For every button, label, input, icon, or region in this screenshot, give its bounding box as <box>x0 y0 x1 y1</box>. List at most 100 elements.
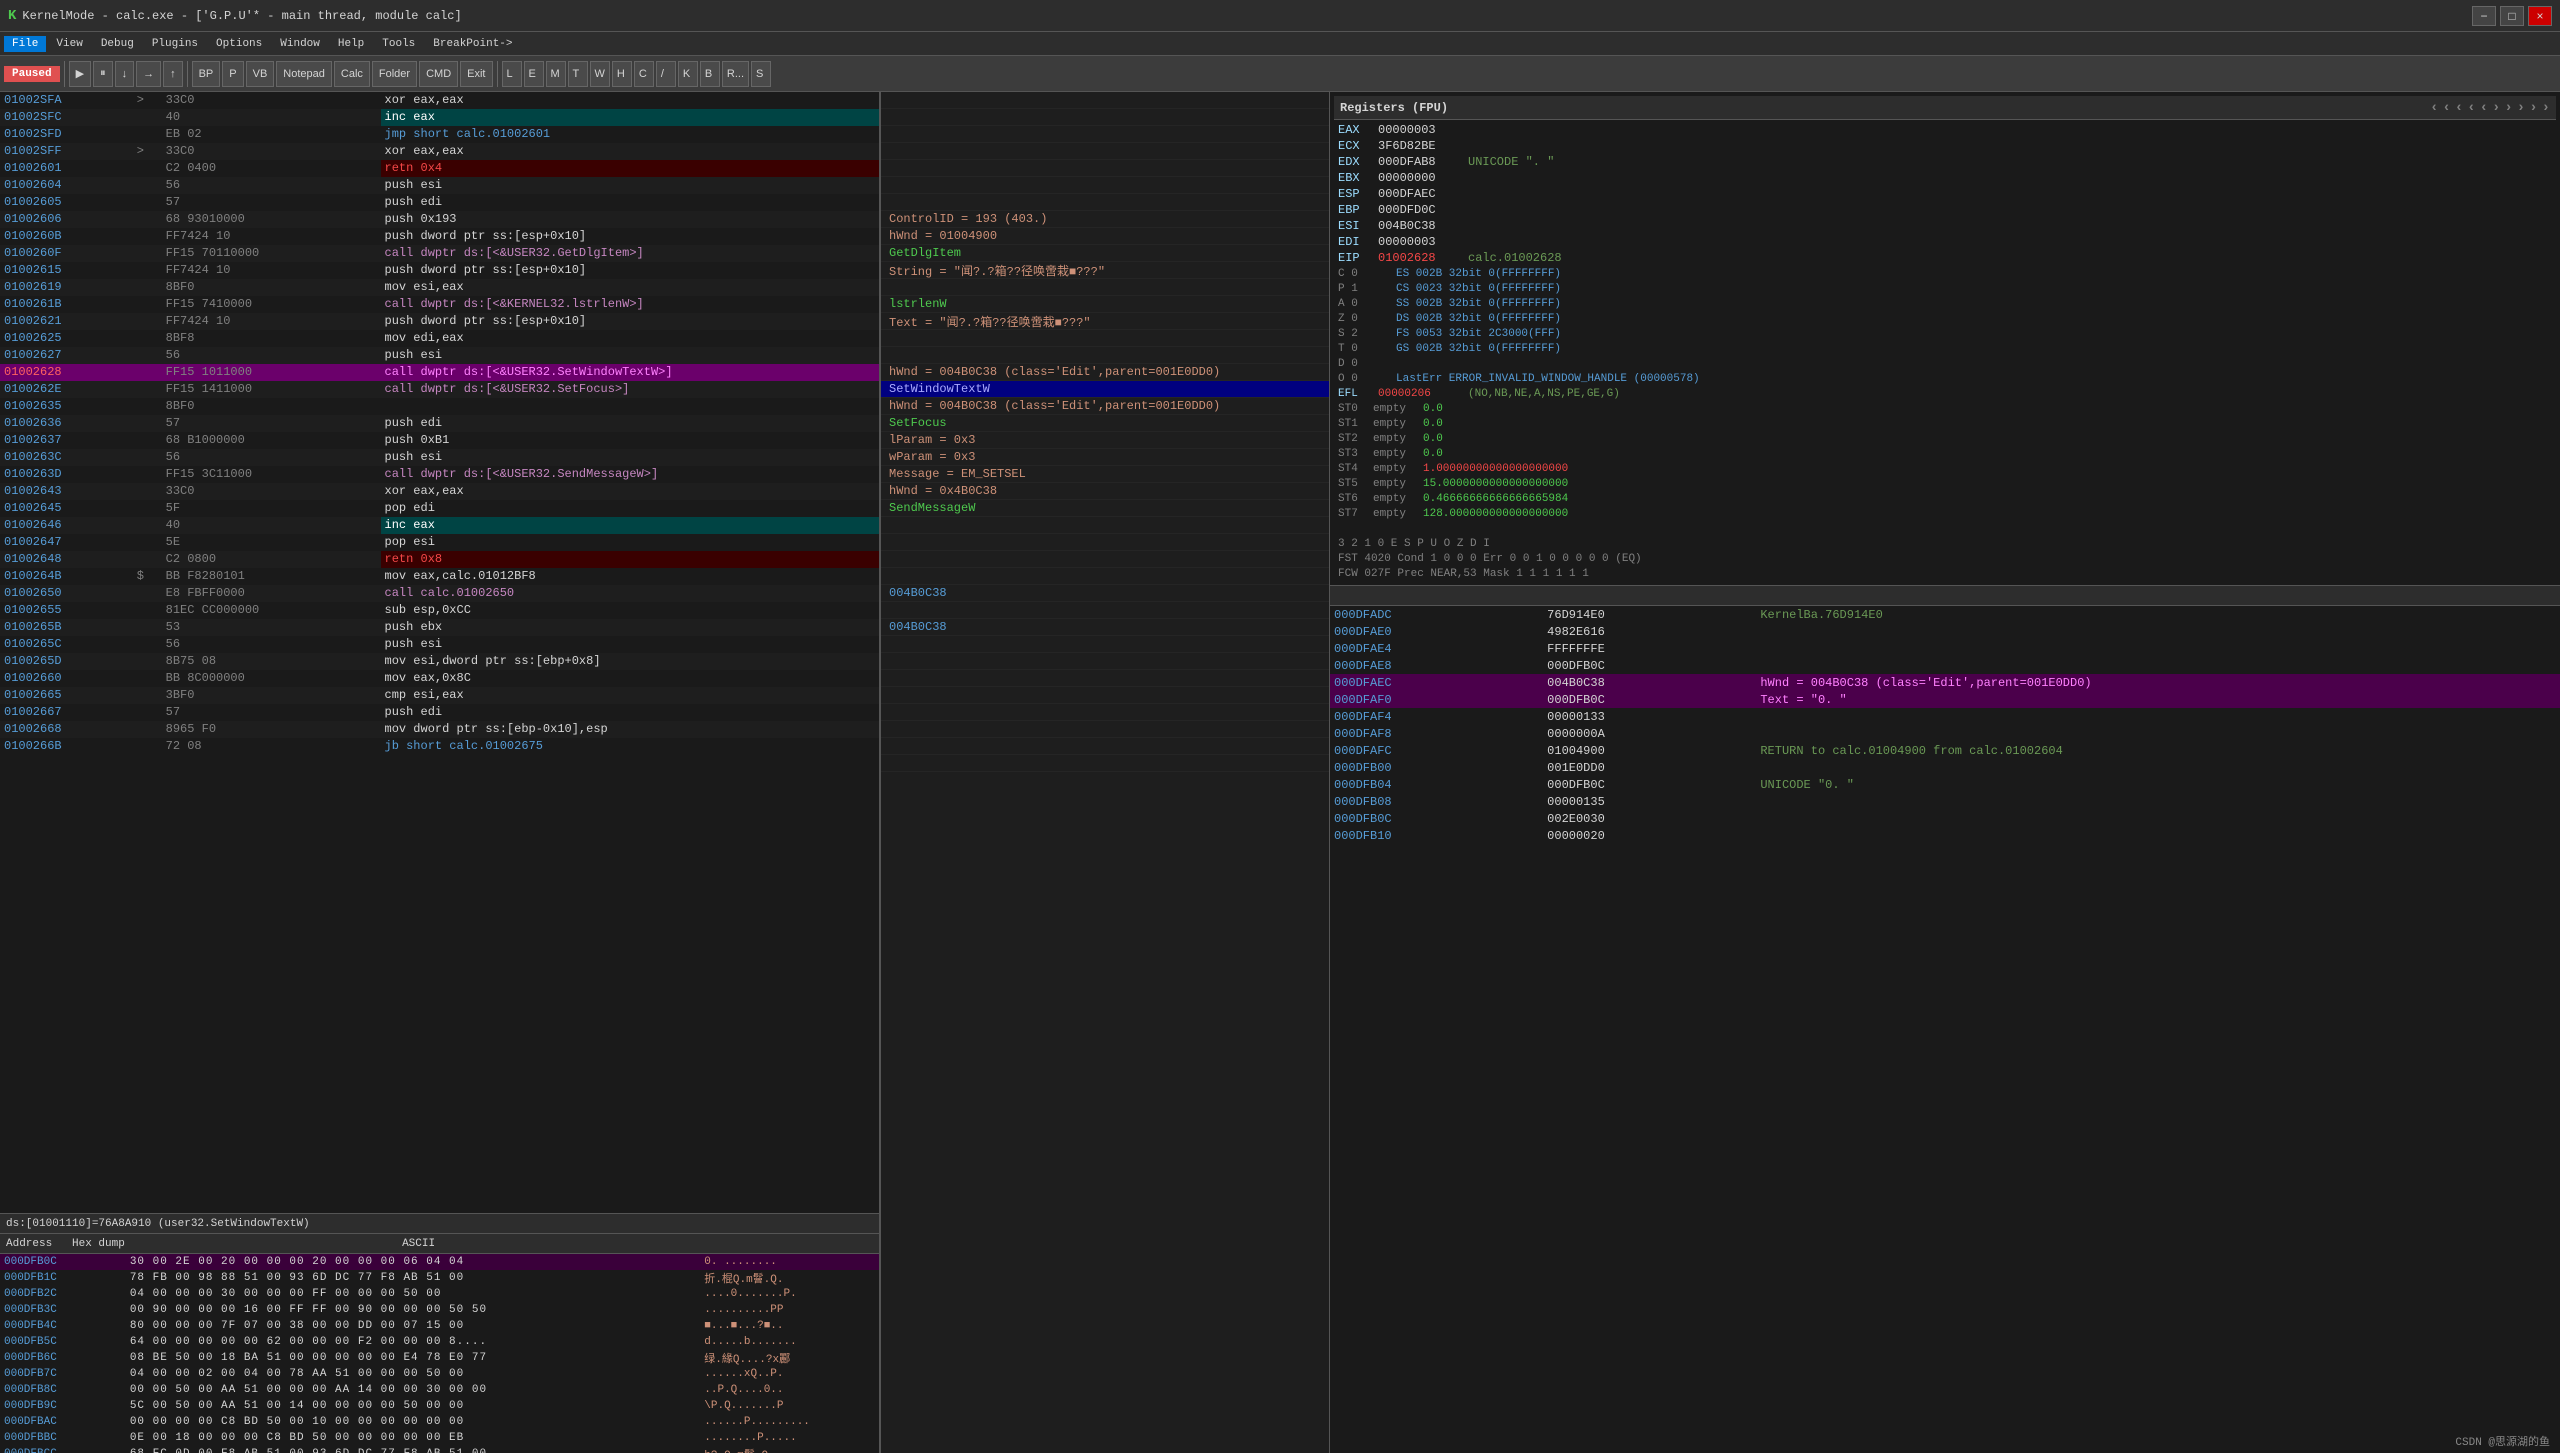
m-button[interactable]: M <box>546 61 566 87</box>
menu-breakpoint[interactable]: BreakPoint-> <box>425 36 520 52</box>
disassembly-area[interactable]: 01002SFA > 33C0 xor eax,eax 01002SFC 40 … <box>0 92 879 1213</box>
stack-row[interactable]: 000DFAE4 FFFFFFFE <box>1330 640 2560 657</box>
notepad-button[interactable]: Notepad <box>276 61 332 87</box>
menu-options[interactable]: Options <box>208 36 270 52</box>
memory-row[interactable]: 000DFBBC 0E 00 18 00 00 00 C8 BD 50 00 0… <box>0 1430 879 1446</box>
reg-nav-right4[interactable]: › <box>2529 100 2537 116</box>
stack-row[interactable]: 000DFB0C 002E0030 <box>1330 810 2560 827</box>
memory-row[interactable]: 000DFB9C 5C 00 50 00 AA 51 00 14 00 00 0… <box>0 1398 879 1414</box>
disasm-row[interactable]: 01002627 56 push esi <box>0 347 879 364</box>
disasm-row[interactable]: 01002645 5F pop edi <box>0 500 879 517</box>
disasm-row[interactable]: 01002605 57 push edi <box>0 194 879 211</box>
disasm-row[interactable]: 01002660 BB 8C000000 mov eax,0x8C <box>0 670 879 687</box>
slash-button[interactable]: / <box>656 61 676 87</box>
memory-row[interactable]: 000DFBCC 68 FC 0D 00 F8 AB 51 00 93 6D D… <box>0 1446 879 1453</box>
disasm-row[interactable]: 01002625 8BF8 mov edi,eax <box>0 330 879 347</box>
folder-button[interactable]: Folder <box>372 61 417 87</box>
menu-plugins[interactable]: Plugins <box>144 36 206 52</box>
disasm-row[interactable]: 01002647 5E pop esi <box>0 534 879 551</box>
memory-row[interactable]: 000DFB3C 00 90 00 00 00 16 00 FF FF 00 9… <box>0 1302 879 1318</box>
disasm-row[interactable]: 0100266B 72 08 jb short calc.01002675 <box>0 738 879 755</box>
reg-nav-right3[interactable]: › <box>2517 100 2525 116</box>
stack-row[interactable]: 000DFB10 00000020 <box>1330 827 2560 844</box>
disasm-row[interactable]: 01002SFF > 33C0 xor eax,eax <box>0 143 879 160</box>
menu-view[interactable]: View <box>48 36 90 52</box>
menu-help[interactable]: Help <box>330 36 372 52</box>
disasm-row[interactable]: 0100265D 8B75 08 mov esi,dword ptr ss:[e… <box>0 653 879 670</box>
disasm-row[interactable]: 01002SFC 40 inc eax <box>0 109 879 126</box>
memory-row[interactable]: 000DFBAC 00 00 00 00 C8 BD 50 00 10 00 0… <box>0 1414 879 1430</box>
s-button[interactable]: S <box>751 61 771 87</box>
close-button[interactable]: × <box>2528 6 2552 26</box>
stack-row[interactable]: 000DFAF0 000DFB0C Text = "0. " <box>1330 691 2560 708</box>
disasm-row[interactable]: 01002665 3BF0 cmp esi,eax <box>0 687 879 704</box>
b-button[interactable]: B <box>700 61 720 87</box>
e-button[interactable]: E <box>524 61 544 87</box>
disasm-row[interactable]: 01002SFD EB 02 jmp short calc.01002601 <box>0 126 879 143</box>
r-button[interactable]: R... <box>722 61 749 87</box>
disasm-row[interactable]: 01002646 40 inc eax <box>0 517 879 534</box>
memory-row[interactable]: 000DFB1C 78 FB 00 98 88 51 00 93 6D DC 7… <box>0 1270 879 1286</box>
memory-row[interactable]: 000DFB8C 00 00 50 00 AA 51 00 00 00 AA 1… <box>0 1382 879 1398</box>
maximize-button[interactable]: □ <box>2500 6 2524 26</box>
disasm-row[interactable]: 0100263D FF15 3C11000 call dwptr ds:[<&U… <box>0 466 879 483</box>
disasm-row[interactable]: 0100264B $ BB F8280101 mov eax,calc.0101… <box>0 568 879 585</box>
stack-row[interactable]: 000DFAE8 000DFB0C <box>1330 657 2560 674</box>
p-button[interactable]: P <box>222 61 243 87</box>
disasm-row[interactable]: 01002667 57 push edi <box>0 704 879 721</box>
disasm-row[interactable]: 0100265C 56 push esi <box>0 636 879 653</box>
memory-row[interactable]: 000DFB7C 04 00 00 02 00 04 00 78 AA 51 0… <box>0 1366 879 1382</box>
disasm-row[interactable]: 0100260F FF15 70110000 call dwptr ds:[<&… <box>0 245 879 262</box>
disasm-row[interactable]: 01002619 8BF0 mov esi,eax <box>0 279 879 296</box>
pause-button[interactable]: ⏸ <box>93 61 113 87</box>
disasm-row[interactable]: 0100262E FF15 1411000 call dwptr ds:[<&U… <box>0 381 879 398</box>
stack-row[interactable]: 000DFAF8 0000000A <box>1330 725 2560 742</box>
l-button[interactable]: L <box>502 61 522 87</box>
k-button[interactable]: K <box>678 61 698 87</box>
reg-nav-left2[interactable]: ‹ <box>2442 100 2450 116</box>
memory-row[interactable]: 000DFB6C 08 BE 50 00 18 BA 51 00 00 00 0… <box>0 1350 879 1366</box>
disasm-row[interactable]: 01002606 68 93010000 push 0x193 <box>0 211 879 228</box>
stack-row[interactable]: 000DFAFC 01004900 RETURN to calc.0100490… <box>1330 742 2560 759</box>
reg-nav-right5[interactable]: › <box>2542 100 2550 116</box>
memory-row[interactable]: 000DFB5C 64 00 00 00 00 00 62 00 00 00 F… <box>0 1334 879 1350</box>
disasm-row[interactable]: 01002601 C2 0400 retn 0x4 <box>0 160 879 177</box>
reg-nav-left3[interactable]: ‹ <box>2455 100 2463 116</box>
disasm-row[interactable]: 01002637 68 B1000000 push 0xB1 <box>0 432 879 449</box>
calc-button[interactable]: Calc <box>334 61 370 87</box>
disasm-row[interactable]: 01002SFA > 33C0 xor eax,eax <box>0 92 879 109</box>
c-button[interactable]: C <box>634 61 654 87</box>
exit-button[interactable]: Exit <box>460 61 492 87</box>
menu-window[interactable]: Window <box>272 36 328 52</box>
h-button[interactable]: H <box>612 61 632 87</box>
menu-debug[interactable]: Debug <box>93 36 142 52</box>
stack-row[interactable]: 000DFADC 76D914E0 KernelBa.76D914E0 <box>1330 606 2560 623</box>
memory-row[interactable]: 000DFB2C 04 00 00 00 30 00 00 00 FF 00 0… <box>0 1286 879 1302</box>
disasm-row[interactable]: 01002643 33C0 xor eax,eax <box>0 483 879 500</box>
stack-row[interactable]: 000DFB00 001E0DD0 <box>1330 759 2560 776</box>
disasm-row[interactable]: 01002655 81EC CC000000 sub esp,0xCC <box>0 602 879 619</box>
disasm-row[interactable]: 0100261B FF15 7410000 call dwptr ds:[<&K… <box>0 296 879 313</box>
bp-button[interactable]: BP <box>192 61 221 87</box>
stack-row[interactable]: 000DFAF4 00000133 <box>1330 708 2560 725</box>
stack-row[interactable]: 000DFB08 00000135 <box>1330 793 2560 810</box>
disasm-row[interactable]: 01002604 56 push esi <box>0 177 879 194</box>
menu-tools[interactable]: Tools <box>374 36 423 52</box>
menu-file[interactable]: File <box>4 36 46 52</box>
t-button[interactable]: T <box>568 61 588 87</box>
step-out-button[interactable]: ↑ <box>163 61 183 87</box>
disasm-row[interactable]: 01002668 8965 F0 mov dword ptr ss:[ebp-0… <box>0 721 879 738</box>
disasm-row[interactable]: 01002648 C2 0800 retn 0x8 <box>0 551 879 568</box>
disasm-row[interactable]: 01002615 FF7424 10 push dword ptr ss:[es… <box>0 262 879 279</box>
step-into-button[interactable]: ↓ <box>115 61 135 87</box>
disasm-row[interactable]: 01002628 FF15 1011000 call dwptr ds:[<&U… <box>0 364 879 381</box>
stack-row[interactable]: 000DFAEC 004B0C38 hWnd = 004B0C38 (class… <box>1330 674 2560 691</box>
vb-button[interactable]: VB <box>246 61 275 87</box>
disasm-row[interactable]: 0100265B 53 push ebx <box>0 619 879 636</box>
memory-row[interactable]: 000DFB0C 30 00 2E 00 20 00 00 00 20 00 0… <box>0 1254 879 1270</box>
disasm-row[interactable]: 01002636 57 push edi <box>0 415 879 432</box>
disasm-row[interactable]: 0100263C 56 push esi <box>0 449 879 466</box>
disasm-row[interactable]: 0100260B FF7424 10 push dword ptr ss:[es… <box>0 228 879 245</box>
run-button[interactable]: ▶ <box>69 61 91 87</box>
w-button[interactable]: W <box>590 61 610 87</box>
